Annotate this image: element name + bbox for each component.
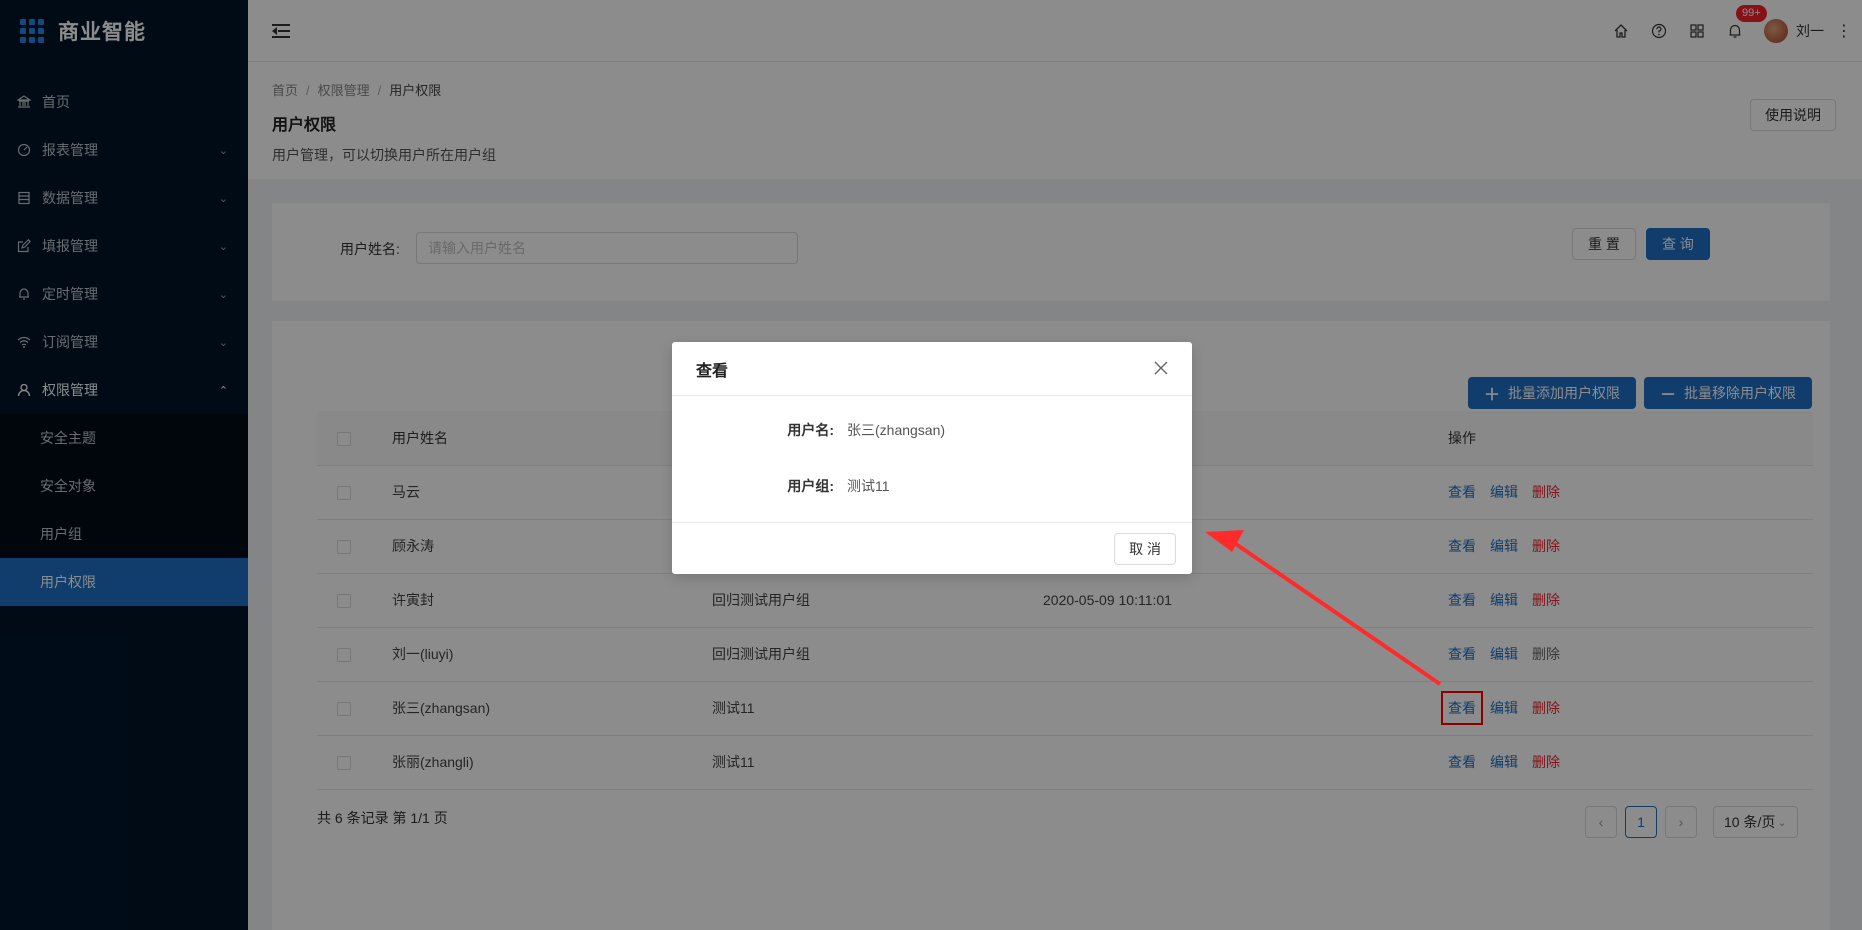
cancel-button[interactable]: 取 消: [1114, 533, 1176, 565]
modal-header: 查看: [672, 342, 1192, 396]
modal-group-value: 测试11: [847, 478, 890, 494]
modal-username-label: 用户名:: [787, 422, 834, 438]
close-icon[interactable]: [1154, 359, 1168, 379]
view-user-modal: 查看 用户名: 张三(zhangsan) 用户组: 测试11 取 消: [672, 342, 1192, 574]
modal-body: 用户名: 张三(zhangsan) 用户组: 测试11: [672, 396, 1192, 522]
modal-footer: 取 消: [672, 522, 1192, 574]
modal-group-label: 用户组:: [787, 478, 834, 494]
modal-title: 查看: [696, 362, 729, 380]
modal-username-value: 张三(zhangsan): [847, 422, 946, 438]
